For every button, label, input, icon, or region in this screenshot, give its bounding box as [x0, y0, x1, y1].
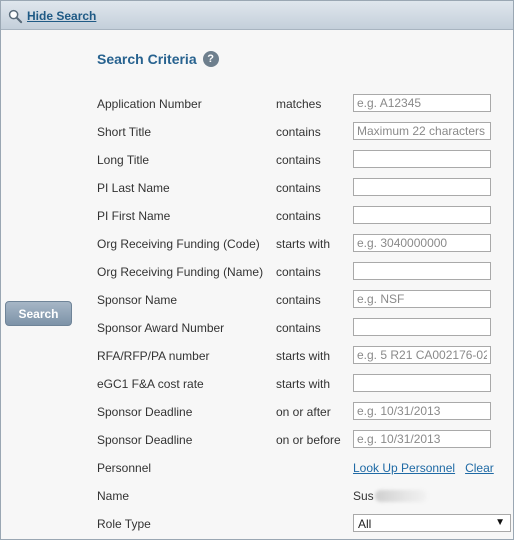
redacted-name [374, 490, 427, 502]
operator-label: contains [276, 321, 321, 335]
org-code-input[interactable] [353, 234, 491, 252]
operator-label: matches [276, 97, 322, 111]
search-criteria-header: Search Criteria ? [97, 51, 219, 67]
field-label: RFA/RFP/PA number [97, 349, 210, 363]
role-type-select[interactable]: All ▼ [353, 514, 511, 532]
field-label: Org Receiving Funding (Code) [97, 237, 260, 251]
criteria-row: Sponsor Deadline on or before [1, 430, 513, 450]
sponsor-award-number-input[interactable] [353, 318, 491, 336]
field-label: Sponsor Deadline [97, 405, 193, 419]
operator-label: contains [276, 209, 321, 223]
operator-label: on or after [276, 405, 331, 419]
criteria-row: Sponsor Award Number contains [1, 318, 513, 338]
sponsor-name-input[interactable] [353, 290, 491, 308]
pi-first-name-input[interactable] [353, 206, 491, 224]
operator-label: contains [276, 293, 321, 307]
hide-search-toggle[interactable]: Hide Search [8, 7, 96, 25]
criteria-row: Application Number matches [1, 94, 513, 114]
criteria-row: PI First Name contains [1, 206, 513, 226]
operator-label: starts with [276, 237, 331, 251]
criteria-row: PI Last Name contains [1, 178, 513, 198]
criteria-row: eGC1 F&A cost rate starts with [1, 374, 513, 394]
look-up-personnel-link[interactable]: Look Up Personnel [353, 461, 455, 475]
field-label: Long Title [97, 153, 150, 167]
deadline-before-input[interactable] [353, 430, 491, 448]
field-label: eGC1 F&A cost rate [97, 377, 204, 391]
rfa-number-input[interactable] [353, 346, 491, 364]
magnifier-icon [8, 9, 23, 23]
operator-label: on or before [276, 433, 341, 447]
personnel-row: Personnel Look Up Personnel Clear [1, 458, 513, 478]
field-label: Sponsor Name [97, 293, 178, 307]
name-row: Name Sus [1, 486, 513, 506]
name-value: Sus [353, 489, 427, 503]
criteria-row: Sponsor Name contains [1, 290, 513, 310]
operator-label: contains [276, 125, 321, 139]
application-number-input[interactable] [353, 94, 491, 112]
field-label: Short Title [97, 125, 152, 139]
criteria-row: RFA/RFP/PA number starts with [1, 346, 513, 366]
criteria-row: Org Receiving Funding (Code) starts with [1, 234, 513, 254]
field-label: PI First Name [97, 209, 171, 223]
field-label: Sponsor Award Number [97, 321, 225, 335]
criteria-row: Org Receiving Funding (Name) contains [1, 262, 513, 282]
field-label: Application Number [97, 97, 202, 111]
name-value-text: Sus [353, 489, 374, 503]
criteria-row: Long Title contains [1, 150, 513, 170]
personnel-label: Personnel [97, 461, 152, 475]
chevron-down-icon: ▼ [495, 517, 505, 528]
deadline-after-input[interactable] [353, 402, 491, 420]
fa-cost-rate-input[interactable] [353, 374, 491, 392]
operator-label: contains [276, 265, 321, 279]
hide-search-label[interactable]: Hide Search [27, 9, 96, 23]
role-type-row: Role Type All ▼ [1, 514, 513, 534]
search-panel: Hide Search Search Criteria ? Search App… [0, 0, 514, 540]
operator-label: contains [276, 181, 321, 195]
operator-label: starts with [276, 349, 331, 363]
field-label: Org Receiving Funding (Name) [97, 265, 264, 279]
role-type-label: Role Type [97, 517, 151, 531]
section-title: Search Criteria [97, 51, 197, 67]
clear-link[interactable]: Clear [465, 461, 494, 475]
criteria-row: Short Title contains [1, 122, 513, 142]
criteria-row: Sponsor Deadline on or after [1, 402, 513, 422]
long-title-input[interactable] [353, 150, 491, 168]
field-label: PI Last Name [97, 181, 170, 195]
name-label: Name [97, 489, 130, 503]
help-icon[interactable]: ? [202, 51, 219, 67]
short-title-input[interactable] [353, 122, 491, 140]
search-toolbar: Hide Search [1, 1, 513, 30]
role-type-value: All [358, 517, 372, 531]
pi-last-name-input[interactable] [353, 178, 491, 196]
org-name-input[interactable] [353, 262, 491, 280]
operator-label: starts with [276, 377, 331, 391]
operator-label: contains [276, 153, 321, 167]
field-label: Sponsor Deadline [97, 433, 193, 447]
personnel-links: Look Up Personnel Clear [353, 461, 504, 475]
